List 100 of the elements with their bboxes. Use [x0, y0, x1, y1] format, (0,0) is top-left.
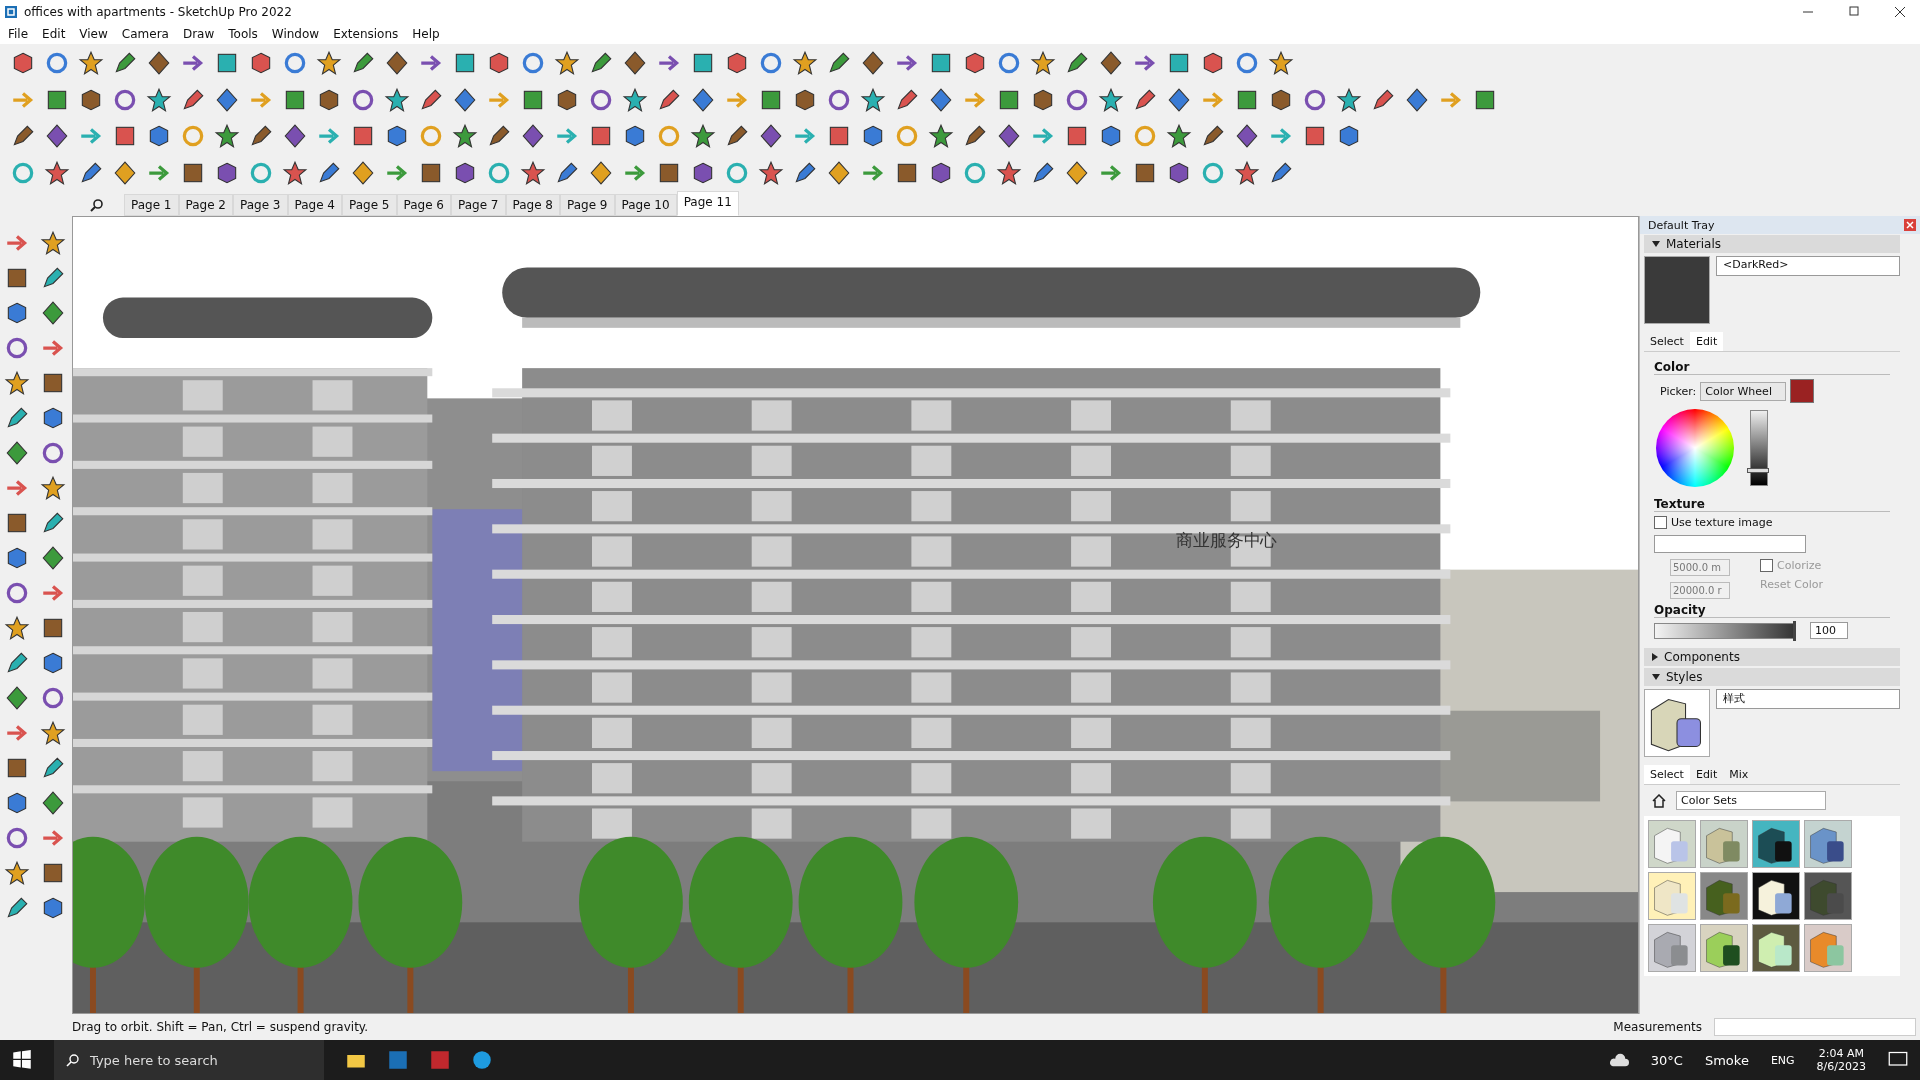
star-icon[interactable]	[282, 159, 308, 186]
star-icon[interactable]	[758, 159, 784, 186]
scene-tab[interactable]: Page 6	[396, 194, 451, 216]
style-thumbnail[interactable]	[1804, 820, 1852, 868]
star-icon[interactable]	[622, 86, 648, 113]
taskbar-search-field[interactable]: Type here to search	[54, 1040, 324, 1080]
star-icon[interactable]	[384, 86, 410, 113]
star-icon[interactable]	[1166, 123, 1192, 150]
star-icon[interactable]	[1268, 50, 1294, 77]
style-thumbnail[interactable]	[1648, 924, 1696, 972]
star-icon[interactable]	[4, 615, 30, 641]
pencil-icon[interactable]	[40, 755, 66, 781]
diamond-icon[interactable]	[996, 123, 1022, 150]
diamond-icon[interactable]	[1098, 50, 1124, 77]
pencil-icon[interactable]	[1370, 86, 1396, 113]
scene-tab[interactable]: Page 11	[676, 191, 739, 216]
diamond-icon[interactable]	[146, 50, 172, 77]
menu-item[interactable]: Camera	[121, 27, 169, 41]
scene-tab[interactable]: Page 4	[287, 194, 342, 216]
height-field[interactable]: 20000.0 r	[1670, 582, 1730, 599]
panel-tab[interactable]: Select	[1644, 765, 1690, 784]
pencil-icon[interactable]	[1268, 159, 1294, 186]
texture-path-field[interactable]	[1654, 535, 1806, 553]
diamond-icon[interactable]	[4, 440, 30, 466]
star-icon[interactable]	[554, 50, 580, 77]
search-icon[interactable]	[90, 198, 104, 212]
diamond-icon[interactable]	[1404, 86, 1430, 113]
star-icon[interactable]	[1098, 86, 1124, 113]
star-icon[interactable]	[1030, 50, 1056, 77]
pencil-icon[interactable]	[4, 650, 30, 676]
diamond-icon[interactable]	[40, 545, 66, 571]
style-thumbnail[interactable]	[1700, 924, 1748, 972]
style-thumbnail[interactable]	[1752, 872, 1800, 920]
checkbox[interactable]	[1760, 559, 1773, 572]
menu-item[interactable]: View	[79, 27, 108, 41]
star-icon[interactable]	[78, 50, 104, 77]
star-icon[interactable]	[4, 370, 30, 396]
checkbox[interactable]	[1654, 516, 1667, 529]
pencil-icon[interactable]	[78, 159, 104, 186]
pencil-icon[interactable]	[4, 895, 30, 921]
opacity-slider[interactable]	[1654, 622, 1796, 639]
pencil-icon[interactable]	[4, 405, 30, 431]
star-icon[interactable]	[520, 159, 546, 186]
scene-tab[interactable]: Page 3	[233, 194, 288, 216]
collection-dropdown[interactable]: Color Sets	[1676, 791, 1826, 810]
style-thumbnail[interactable]	[1700, 820, 1748, 868]
material-name-field[interactable]: <DarkRed>	[1716, 256, 1900, 276]
diamond-icon[interactable]	[282, 123, 308, 150]
style-thumbnail[interactable]	[1804, 872, 1852, 920]
diamond-icon[interactable]	[588, 159, 614, 186]
circle-icon[interactable]	[40, 685, 66, 711]
panel-header[interactable]: Materials	[1644, 235, 1900, 253]
pencil-icon[interactable]	[792, 159, 818, 186]
pencil-icon[interactable]	[418, 86, 444, 113]
diamond-icon[interactable]	[44, 123, 70, 150]
diamond-icon[interactable]	[1064, 159, 1090, 186]
diamond-icon[interactable]	[4, 685, 30, 711]
scene-tab[interactable]: Page 10	[614, 194, 677, 216]
circle-icon[interactable]	[4, 335, 30, 361]
diamond-icon[interactable]	[758, 123, 784, 150]
pencil-icon[interactable]	[1030, 159, 1056, 186]
menu-item[interactable]: Extensions	[333, 27, 399, 41]
color-swatch[interactable]	[1790, 379, 1815, 403]
maximize-icon[interactable]	[1848, 6, 1860, 18]
brightness-slider[interactable]	[1750, 410, 1768, 486]
star-icon[interactable]	[40, 230, 66, 256]
star-icon[interactable]	[860, 86, 886, 113]
home-icon[interactable]	[1652, 793, 1666, 808]
star-icon[interactable]	[1336, 86, 1362, 113]
windows-start-icon[interactable]	[12, 1050, 32, 1070]
style-thumbnail[interactable]	[1648, 820, 1696, 868]
star-icon[interactable]	[214, 123, 240, 150]
panel-header[interactable]: Components	[1644, 648, 1900, 666]
star-icon[interactable]	[40, 475, 66, 501]
menu-item[interactable]: File	[8, 27, 29, 41]
panel-tab[interactable]: Select	[1644, 332, 1690, 351]
pencil-icon[interactable]	[180, 86, 206, 113]
star-icon[interactable]	[146, 86, 172, 113]
star-icon[interactable]	[40, 720, 66, 746]
slider-thumb[interactable]	[1747, 468, 1769, 474]
measurements-field[interactable]	[1714, 1018, 1916, 1036]
panel-tab[interactable]: Mix	[1723, 765, 1755, 784]
diamond-icon[interactable]	[1166, 86, 1192, 113]
opacity-field[interactable]: 100	[1810, 622, 1848, 639]
clock-time[interactable]: 2:04 AM	[1818, 1047, 1864, 1060]
scene-tab[interactable]: Page 5	[342, 194, 397, 216]
style-name-field[interactable]: 样式	[1716, 689, 1900, 709]
menu-item[interactable]: Draw	[182, 27, 215, 41]
diamond-icon[interactable]	[452, 86, 478, 113]
star-icon[interactable]	[996, 159, 1022, 186]
star-icon[interactable]	[452, 123, 478, 150]
circle-icon[interactable]	[4, 580, 30, 606]
diamond-icon[interactable]	[860, 50, 886, 77]
diamond-icon[interactable]	[690, 86, 716, 113]
menu-item[interactable]: Help	[412, 27, 440, 41]
app-icon[interactable]	[388, 1050, 408, 1070]
pencil-icon[interactable]	[656, 86, 682, 113]
panel-header[interactable]: Styles	[1644, 668, 1900, 686]
style-thumbnail[interactable]	[1700, 872, 1748, 920]
clock-date[interactable]: 8/6/2023	[1816, 1060, 1866, 1073]
